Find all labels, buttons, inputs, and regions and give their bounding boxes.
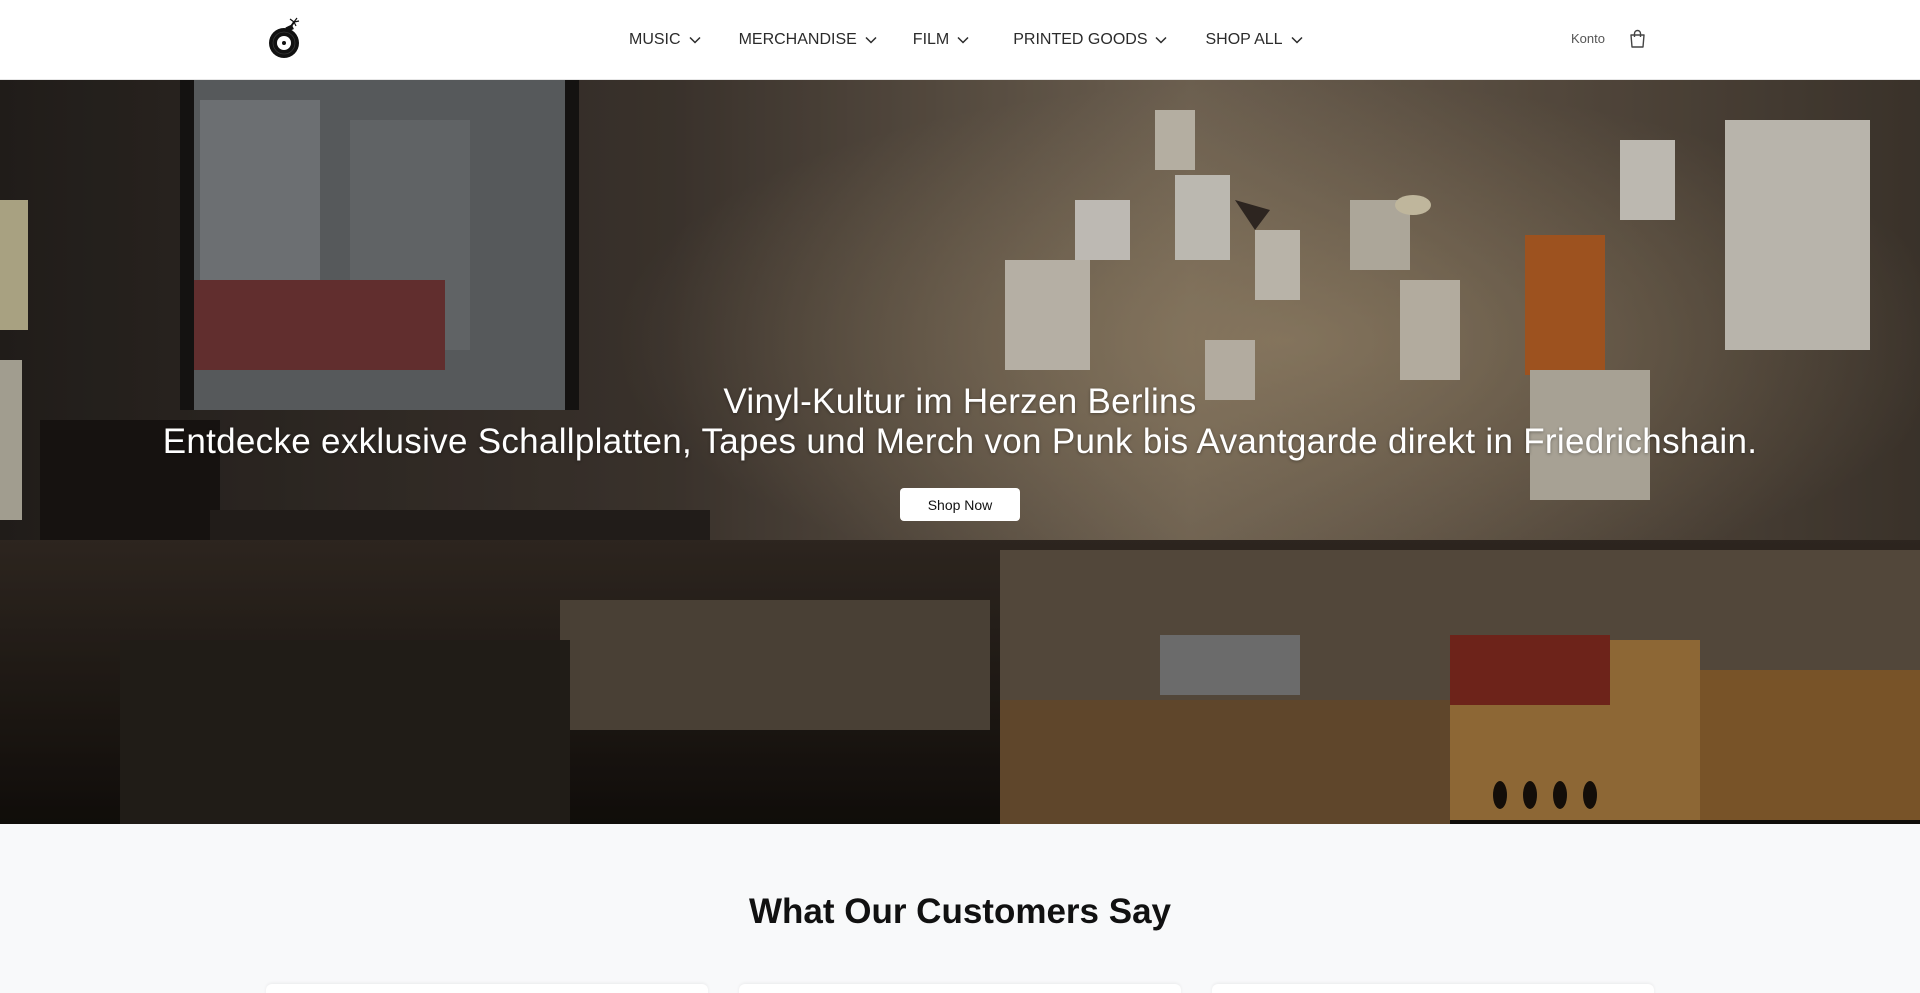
hero-section: Vinyl-Kultur im Herzen Berlins Entdecke … <box>0 80 1920 824</box>
nav-item-label: PRINTED GOODS <box>1013 31 1148 48</box>
nav-item-label: MUSIC <box>629 31 681 48</box>
chevron-down-icon <box>1155 36 1168 44</box>
nav-item-printed-goods[interactable]: PRINTED GOODS <box>1013 31 1168 49</box>
nav-item-music[interactable]: MUSIC <box>629 31 701 49</box>
hero-subtitle: Entdecke exklusive Schallplatten, Tapes … <box>162 422 1758 461</box>
testimonial-card <box>1212 984 1654 993</box>
nav-item-label: SHOP ALL <box>1205 31 1283 48</box>
main-nav: MUSIC MERCHANDISE FILM PRINTED GOODS SHO… <box>629 0 1303 80</box>
chevron-down-icon <box>865 36 877 44</box>
hero-title: Vinyl-Kultur im Herzen Berlins <box>723 382 1197 421</box>
testimonial-card <box>266 984 708 993</box>
chevron-down-icon <box>957 36 969 44</box>
nav-item-label: MERCHANDISE <box>738 31 857 48</box>
shopping-bag-icon[interactable] <box>1629 29 1646 48</box>
testimonial-card <box>739 984 1181 993</box>
nav-item-merchandise[interactable]: MERCHANDISE <box>739 31 877 49</box>
testimonials-section: What Our Customers Say <box>0 824 1920 993</box>
account-link[interactable]: Konto <box>1571 31 1605 46</box>
nav-item-label: FILM <box>912 31 950 48</box>
hero-text: Vinyl-Kultur im Herzen Berlins Entdecke … <box>0 382 1920 462</box>
site-header: MUSIC MERCHANDISE FILM PRINTED GOODS SHO… <box>0 0 1920 80</box>
nav-item-shop-all[interactable]: SHOP ALL <box>1205 31 1303 49</box>
chevron-down-icon <box>1291 36 1303 44</box>
record-bomb-logo-icon[interactable] <box>266 16 304 60</box>
shop-now-button[interactable]: Shop Now <box>900 488 1020 521</box>
chevron-down-icon <box>689 36 701 44</box>
testimonials-title: What Our Customers Say <box>748 892 1172 931</box>
nav-item-film[interactable]: FILM <box>913 31 969 49</box>
